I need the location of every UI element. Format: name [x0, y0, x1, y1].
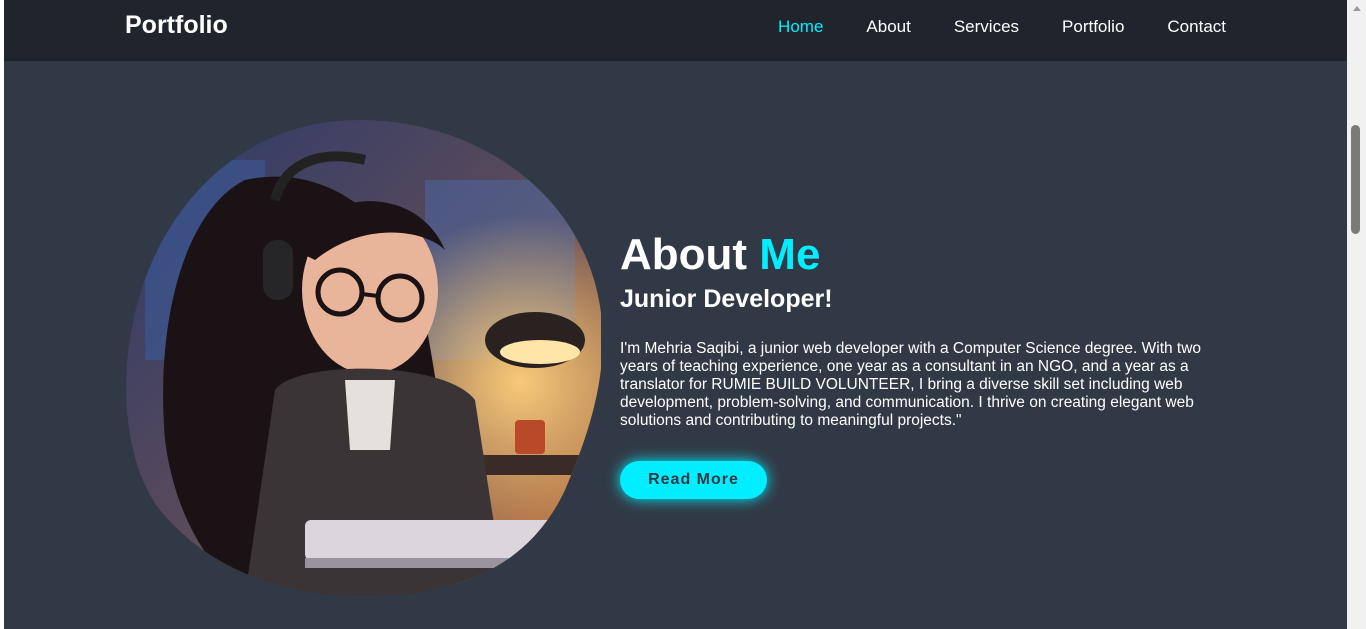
page: Portfolio Home About Services Portfolio … — [4, 0, 1347, 629]
vertical-scrollbar[interactable] — [1347, 0, 1366, 629]
nav-link-home[interactable]: Home — [778, 17, 823, 37]
about-subtitle: Junior Developer! — [620, 285, 833, 313]
read-more-button[interactable]: Read More — [620, 461, 767, 499]
navbar: Portfolio Home About Services Portfolio … — [4, 0, 1347, 61]
brand-logo[interactable]: Portfolio — [125, 11, 228, 40]
about-content: About Me Junior Developer! I'm Mehria Sa… — [620, 228, 1230, 499]
main-nav: Home About Services Portfolio Contact — [735, 17, 1226, 37]
nav-link-portfolio[interactable]: Portfolio — [1062, 17, 1124, 37]
about-title-accent: Me — [759, 230, 821, 279]
about-title: About Me — [620, 228, 1230, 282]
about-title-main: About — [620, 230, 760, 279]
nav-link-services[interactable]: Services — [954, 17, 1019, 37]
nav-link-about[interactable]: About — [866, 17, 910, 37]
scrollbar-thumb[interactable] — [1351, 125, 1360, 234]
about-description: I'm Mehria Saqibi, a junior web develope… — [620, 340, 1202, 429]
profile-illustration — [126, 120, 601, 596]
nav-link-contact[interactable]: Contact — [1167, 17, 1226, 37]
scroll-up-arrow-icon[interactable] — [1353, 6, 1361, 11]
